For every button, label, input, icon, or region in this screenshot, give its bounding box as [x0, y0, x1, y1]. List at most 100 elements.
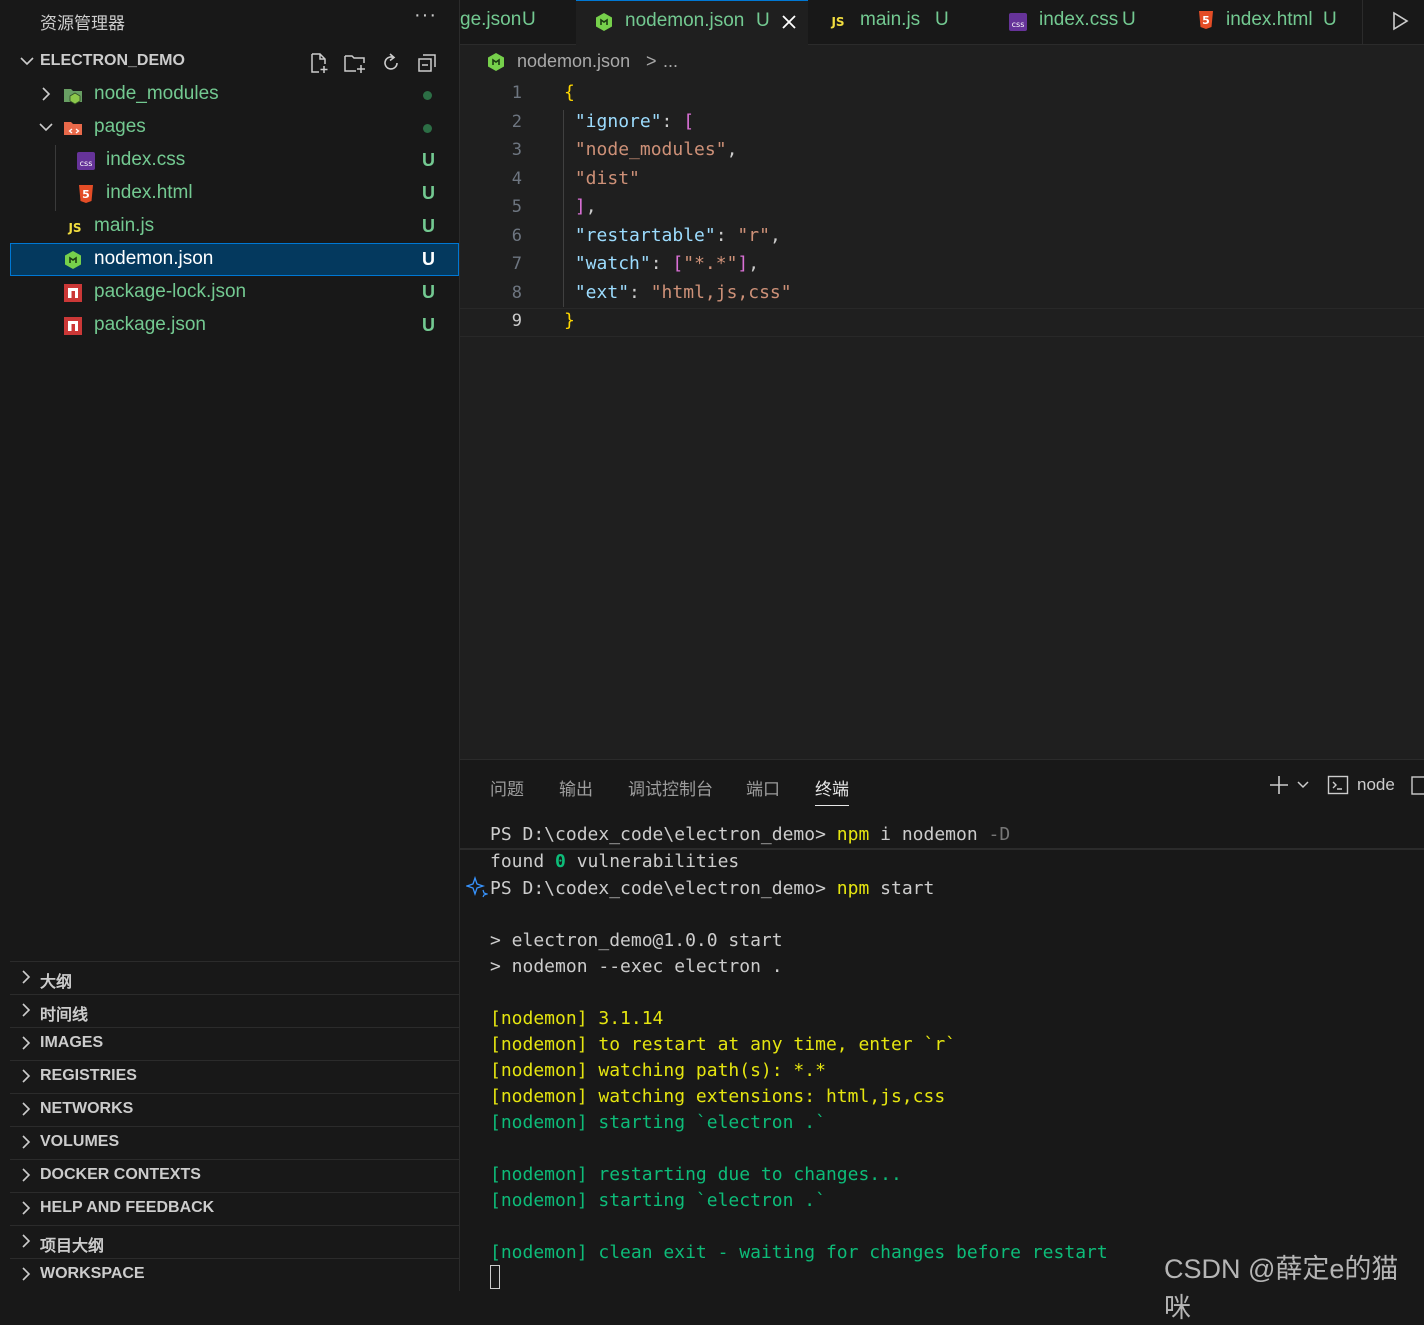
chevron-right-icon — [22, 1267, 31, 1281]
new-file-button[interactable] — [306, 50, 332, 76]
current-line-highlight — [460, 308, 1424, 337]
tab-terminal[interactable]: 终端 — [815, 775, 849, 806]
tree-item-label: index.css — [106, 149, 186, 170]
css-file-icon: css — [1009, 13, 1027, 31]
status-dot — [423, 124, 432, 133]
line-number: 7 — [511, 254, 522, 274]
chevron-down-icon — [39, 123, 53, 132]
nodemon-file-icon — [65, 251, 81, 269]
tree-item-node-modules[interactable]: node_modules — [10, 78, 459, 111]
tree-item-label: package.json — [94, 314, 206, 335]
panel-label: 大纲 — [40, 974, 73, 991]
tab-label: index.html — [1226, 9, 1313, 30]
tab-label: main.js — [860, 9, 921, 30]
panel-outline[interactable]: 大纲 — [10, 961, 459, 994]
svg-text:JS: JS — [830, 15, 844, 29]
panel-label: 项目大纲 — [40, 1238, 105, 1255]
tree-item-label: node_modules — [94, 83, 219, 104]
tab-nodemon-json[interactable]: nodemon.json U — [576, 0, 809, 45]
tab-output[interactable]: 输出 — [559, 775, 593, 800]
split-terminal-icon[interactable] — [1410, 775, 1424, 797]
tree-item-package-lock-json[interactable]: package-lock.json U — [10, 276, 459, 309]
status-dot — [423, 91, 432, 100]
tab-package-json[interactable]: ge.json U — [460, 0, 577, 44]
chevron-right-icon — [22, 1036, 31, 1050]
line-number: 5 — [511, 197, 522, 217]
tab-ports[interactable]: 端口 — [746, 775, 780, 800]
panel-help-and-feedback[interactable]: HELP AND FEEDBACK — [10, 1192, 459, 1225]
output-text: vulnerabilities — [576, 851, 740, 872]
tree-item-index-css[interactable]: css index.css U — [10, 144, 459, 177]
chevron-down-icon — [20, 57, 34, 66]
svg-text:5: 5 — [1202, 14, 1210, 27]
add-terminal-icon[interactable] — [1268, 774, 1290, 796]
chevron-down-icon[interactable] — [1296, 778, 1310, 792]
terminal-name[interactable]: node — [1357, 775, 1395, 795]
explorer-title: 资源管理器 — [40, 14, 125, 33]
terminal-line: > nodemon --exec electron . — [490, 956, 783, 977]
panel-networks[interactable]: NETWORKS — [10, 1093, 459, 1126]
panel-volumes[interactable]: VOLUMES — [10, 1126, 459, 1159]
line-number: 3 — [511, 140, 522, 160]
chevron-right-icon — [22, 1135, 31, 1149]
git-status-badge: U — [422, 150, 435, 170]
panel-images[interactable]: IMAGES — [10, 1027, 459, 1060]
terminal-line: [nodemon] watching extensions: html,js,c… — [490, 1086, 946, 1107]
new-folder-button[interactable] — [342, 50, 368, 76]
terminal-line: found 0 vulnerabilities — [490, 851, 739, 872]
tree-item-package-json[interactable]: package.json U — [10, 309, 459, 342]
run-icon[interactable] — [1390, 10, 1410, 32]
line-number-current: 9 — [511, 311, 522, 331]
breadcrumb: nodemon.json > ... — [460, 45, 1424, 79]
terminal-line: [nodemon] clean exit - waiting for chang… — [490, 1242, 1108, 1263]
tree-item-index-html[interactable]: 5 index.html U — [10, 177, 459, 210]
terminal-line: [nodemon] starting `electron .` — [490, 1190, 826, 1211]
git-status-badge: U — [422, 315, 435, 335]
sparkle-icon[interactable] — [466, 876, 488, 898]
code-line-4: "dist" — [574, 168, 640, 189]
more-actions-button[interactable]: ··· — [414, 4, 437, 27]
command-args: i nodemon — [880, 824, 978, 845]
panel-timeline[interactable]: 时间线 — [10, 994, 459, 1027]
tree-item-pages[interactable]: pages — [10, 111, 459, 144]
tab-label: index.css — [1039, 9, 1119, 30]
bottom-panel: 问题 输出 调试控制台 端口 终端 node PS D:\codex_code\… — [460, 759, 1424, 1292]
panel-workspace[interactable]: WORKSPACE — [10, 1258, 459, 1291]
collapse-all-icon — [418, 54, 436, 72]
npm-file-icon — [64, 317, 82, 335]
terminal-line: PS D:\codex_code\electron_demo> npm star… — [490, 878, 934, 899]
tree-item-label: pages — [94, 116, 146, 137]
tab-problems[interactable]: 问题 — [490, 775, 524, 800]
tree-item-main-js[interactable]: JS main.js U — [10, 210, 459, 243]
tree-item-label: nodemon.json — [94, 248, 214, 269]
chevron-right-icon — [22, 1102, 31, 1116]
refresh-button[interactable] — [378, 50, 404, 76]
project-header[interactable]: ELECTRON_DEMO — [10, 46, 459, 78]
tab-index-css[interactable]: css index.css U — [990, 0, 1179, 44]
panel-registries[interactable]: REGISTRIES — [10, 1060, 459, 1093]
panel-docker-contexts[interactable]: DOCKER CONTEXTS — [10, 1159, 459, 1192]
collapse-all-button[interactable] — [414, 50, 440, 76]
breadcrumb-file[interactable]: nodemon.json — [517, 51, 630, 72]
tab-main-js[interactable]: JS main.js U — [808, 0, 991, 44]
code-editor[interactable]: 1 2 3 4 5 6 7 8 9 { "ignore": [ "node_mo… — [460, 79, 1424, 759]
tree-item-label: main.js — [94, 215, 155, 236]
terminal-line: [nodemon] restarting due to changes... — [490, 1164, 902, 1185]
tab-index-html[interactable]: 5 index.html U — [1178, 0, 1363, 44]
chevron-right-icon — [22, 1234, 31, 1248]
tree-item-nodemon-json[interactable]: nodemon.json U — [10, 243, 459, 276]
line-number: 4 — [511, 169, 522, 189]
command: npm — [836, 878, 870, 899]
line-number: 2 — [511, 112, 522, 132]
chevron-right-icon — [22, 1201, 31, 1215]
breadcrumb-symbols[interactable]: ... — [663, 51, 678, 72]
html-file-icon: 5 — [79, 185, 93, 203]
line-number: 6 — [511, 226, 522, 246]
tab-debug-console[interactable]: 调试控制台 — [628, 775, 713, 800]
chevron-right-icon — [22, 1003, 31, 1017]
git-status-badge: U — [422, 216, 435, 236]
svg-text:css: css — [1012, 20, 1025, 29]
tab-status: U — [522, 9, 536, 30]
close-icon[interactable] — [780, 13, 798, 31]
panel-project-outline[interactable]: 项目大纲 — [10, 1225, 459, 1258]
